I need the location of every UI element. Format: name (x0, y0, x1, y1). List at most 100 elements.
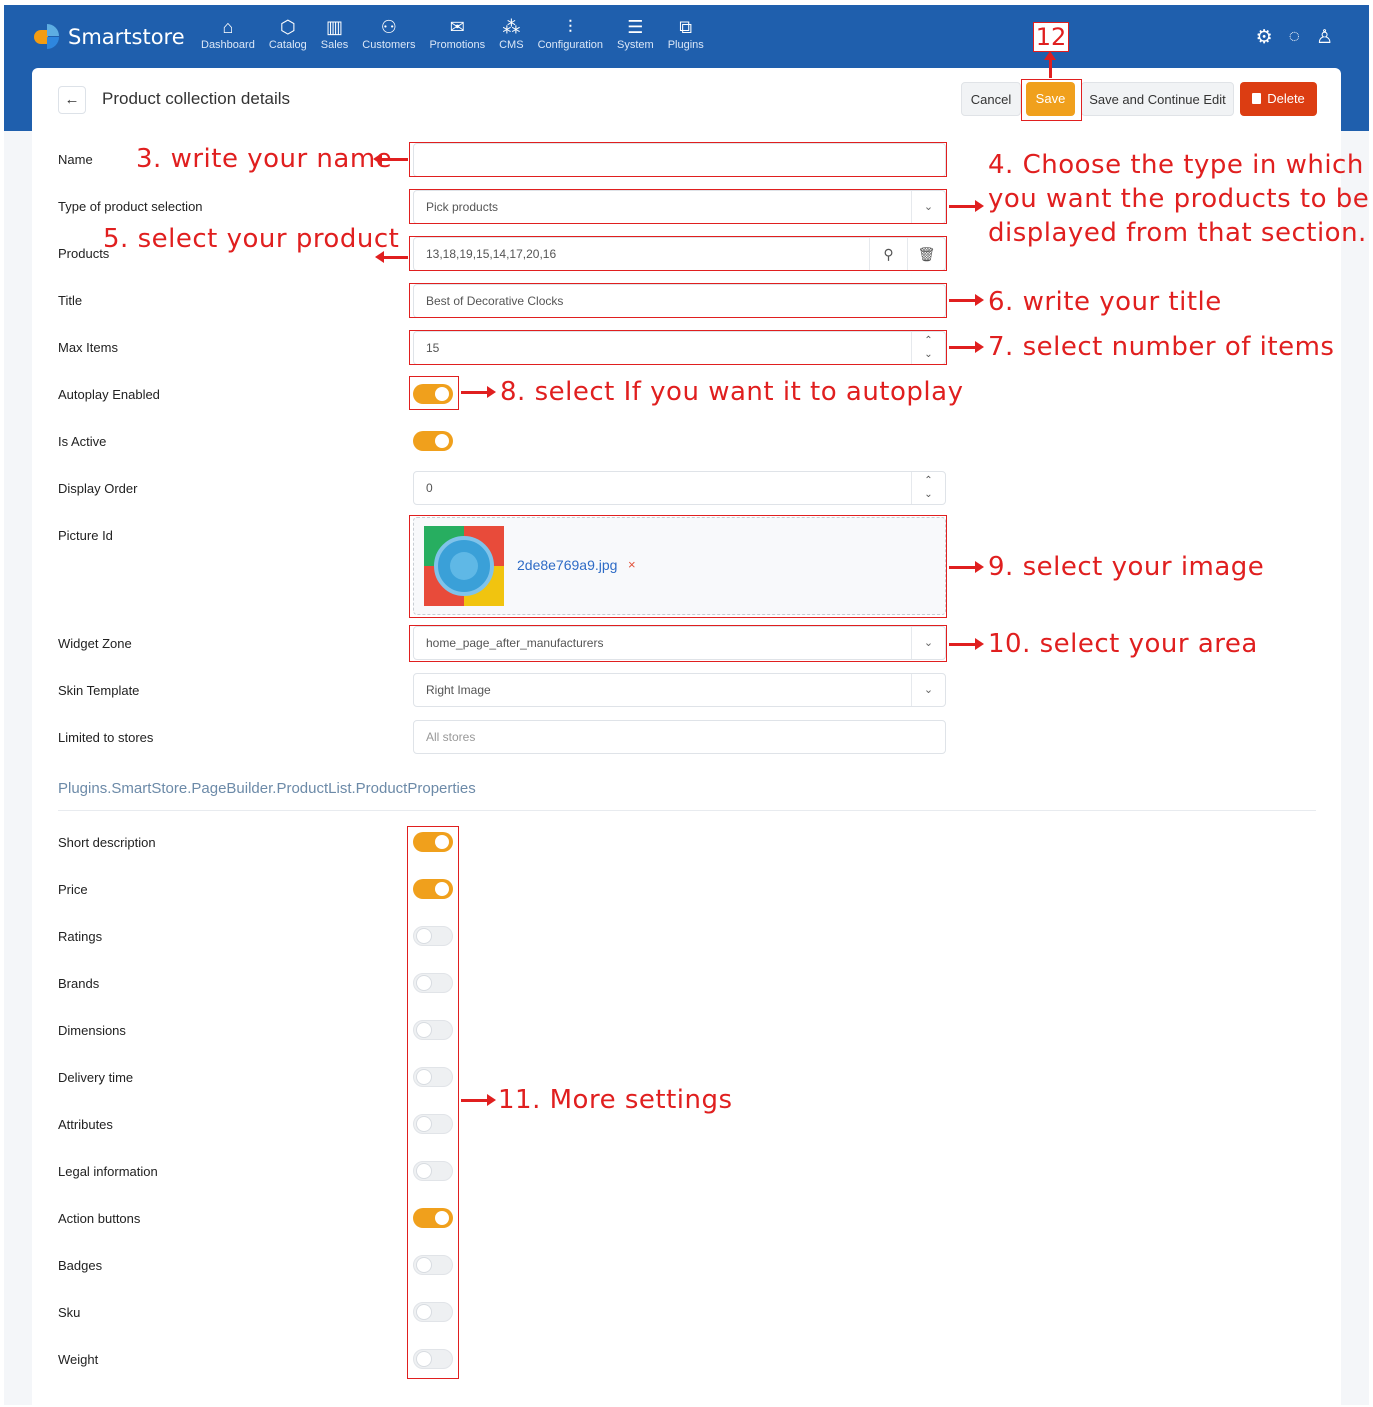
property-label: Action buttons (58, 1211, 141, 1226)
property-label: Ratings (58, 929, 103, 944)
annotation-arrow (949, 561, 984, 573)
logo-icon (34, 24, 60, 50)
nav-system[interactable]: ☰ System (610, 15, 661, 51)
nav-label: System (617, 39, 654, 51)
title-label: Title (58, 293, 83, 308)
annotation-box-autoplay (409, 376, 459, 410)
sliders-icon: ⫶ (568, 17, 573, 37)
annotation-box-picture (409, 515, 947, 618)
limited-stores-input[interactable]: All stores (413, 720, 946, 754)
annotation-arrow (949, 294, 984, 306)
back-button[interactable]: ← (58, 86, 86, 114)
home-icon: ⌂ (222, 17, 234, 37)
delete-label: Delete (1267, 91, 1305, 106)
properties-section-title: Plugins.SmartStore.PageBuilder.ProductLi… (58, 780, 476, 797)
chevron-down-icon: ⌄ (911, 674, 945, 706)
property-label: Badges (58, 1258, 103, 1273)
annotation-8: 8. select If you want it to autoplay (500, 377, 964, 407)
nav-promotions[interactable]: ✉ Promotions (422, 15, 492, 51)
display-order-input[interactable]: 0 ⌃ ⌄ (413, 471, 946, 505)
box-icon: ⬡ (279, 17, 296, 37)
annotation-7: 7. select number of items (988, 332, 1335, 362)
top-right-tools: ⚙ ◌ ♙ (1256, 26, 1333, 49)
annotation-4-line3: displayed from that section. (988, 218, 1367, 248)
nav-sales[interactable]: ▥ Sales (314, 15, 356, 51)
property-label: Weight (58, 1352, 99, 1367)
display-order-label: Display Order (58, 481, 138, 496)
annotation-arrow (1044, 51, 1056, 78)
is-active-label: Is Active (58, 434, 107, 449)
annotation-12: 12 (1033, 22, 1069, 52)
nav-dashboard[interactable]: ⌂ Dashboard (194, 15, 262, 51)
trash-icon (1252, 93, 1262, 104)
nav-configuration[interactable]: ⫶ Configuration (531, 15, 610, 51)
property-label: Sku (58, 1305, 81, 1320)
skin-template-label: Skin Template (58, 683, 140, 698)
annotation-arrow (949, 200, 984, 212)
property-label: Brands (58, 976, 100, 991)
cancel-button[interactable]: Cancel (961, 82, 1021, 116)
app-logo[interactable]: Smartstore (34, 24, 185, 50)
arrow-left-icon: ← (64, 91, 80, 108)
annotation-box-products (409, 236, 947, 271)
annotation-box-properties (407, 826, 459, 1379)
skin-template-value: Right Image (426, 683, 491, 697)
section-divider (58, 810, 1316, 811)
save-continue-button[interactable]: Save and Continue Edit (1081, 82, 1234, 116)
nav-plugins[interactable]: ⧉ Plugins (661, 15, 711, 51)
puzzle-icon: ⧉ (679, 17, 693, 37)
delete-button[interactable]: Delete (1240, 82, 1317, 116)
nav-label: CMS (499, 39, 524, 51)
property-label: Short description (58, 835, 156, 850)
autoplay-label: Autoplay Enabled (58, 387, 160, 402)
nav-label: Dashboard (201, 39, 255, 51)
limited-stores-label: Limited to stores (58, 730, 154, 745)
annotation-arrow (461, 1094, 496, 1106)
annotation-4-line2: you want the products to be (988, 184, 1370, 214)
selection-type-label: Type of product selection (58, 199, 203, 214)
users-icon: ⚇ (380, 17, 397, 37)
name-label: Name (58, 152, 93, 167)
nav-label: Plugins (667, 39, 704, 51)
annotation-box-widget (409, 625, 947, 662)
annotation-9: 9. select your image (988, 552, 1265, 582)
nav-label: Catalog (268, 39, 307, 51)
annotation-arrow (949, 638, 984, 650)
help-icon[interactable]: ◌ (1289, 26, 1300, 49)
widget-zone-label: Widget Zone (58, 636, 132, 651)
sitemap-icon: ⁂ (502, 17, 521, 37)
annotation-6: 6. write your title (988, 287, 1222, 317)
annotation-box-title (409, 283, 947, 318)
nav-label: Customers (362, 39, 416, 51)
gear-icon[interactable]: ⚙ (1256, 26, 1273, 49)
stepper-icon[interactable]: ⌃ ⌄ (911, 472, 945, 504)
picture-label: Picture Id (58, 528, 113, 543)
is-active-toggle[interactable] (413, 431, 453, 451)
nav-label: Configuration (537, 39, 603, 51)
app-name: Smartstore (68, 25, 185, 49)
main-nav: ⌂ Dashboard ⬡ Catalog ▥ Sales ⚇ Customers ✉ P… (194, 15, 711, 51)
property-label: Delivery time (58, 1070, 134, 1085)
products-label: Products (58, 246, 110, 261)
annotation-11: 11. More settings (498, 1085, 733, 1115)
nav-cms[interactable]: ⁂ CMS (492, 15, 530, 51)
property-label: Dimensions (58, 1023, 126, 1038)
chart-icon: ▥ (326, 17, 344, 37)
annotation-3: 3. write your name (136, 144, 393, 174)
annotation-4-line1: 4. Choose the type in which (988, 150, 1364, 180)
user-icon[interactable]: ♙ (1316, 26, 1333, 49)
display-order-value: 0 (426, 481, 433, 495)
annotation-box-type (409, 189, 947, 224)
nav-customers[interactable]: ⚇ Customers (355, 15, 422, 51)
annotation-box-max-items (409, 330, 947, 365)
megaphone-icon: ✉ (449, 17, 465, 37)
max-items-label: Max Items (58, 340, 118, 355)
annotation-box-save (1021, 79, 1082, 121)
annotation-arrow (375, 251, 408, 263)
nav-label: Promotions (429, 39, 486, 51)
property-label: Attributes (58, 1117, 113, 1132)
database-icon: ☰ (627, 17, 644, 37)
annotation-arrow (949, 341, 984, 353)
nav-catalog[interactable]: ⬡ Catalog (262, 15, 314, 51)
skin-template-select[interactable]: Right Image ⌄ (413, 673, 946, 707)
